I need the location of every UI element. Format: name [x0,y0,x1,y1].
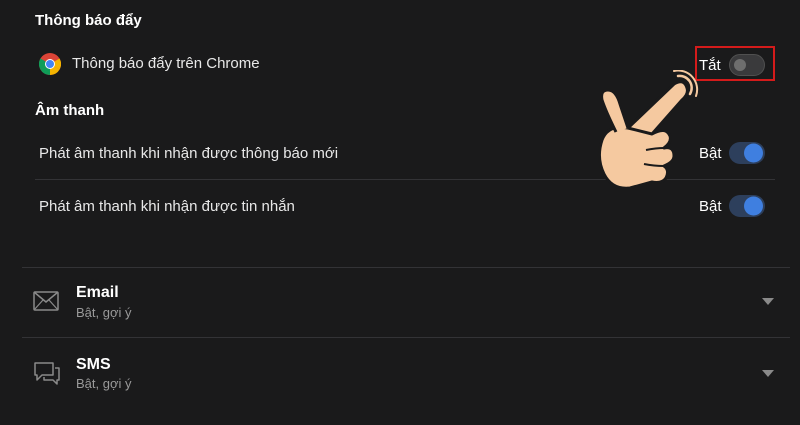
toggle-knob [744,143,763,163]
new-message-sound-label: Phát âm thanh khi nhận được tin nhắn [39,198,295,215]
new-notification-sound-label: Phát âm thanh khi nhận được thông báo mớ… [39,145,339,162]
email-channel-subtitle: Bật, gợi ý [76,305,132,320]
toggle-knob [734,59,746,71]
new-notification-sound-toggle[interactable] [729,142,765,164]
chrome-push-toggle[interactable] [729,54,765,76]
new-notification-sound-state: Bật [699,145,722,162]
email-channel-title: Email [76,284,119,301]
push-section-title: Thông báo đẩy [35,12,142,29]
chrome-logo-icon [38,53,62,75]
chrome-push-label: Thông báo đẩy trên Chrome [72,55,260,72]
chevron-down-icon[interactable] [762,370,774,377]
email-channel-row[interactable] [22,268,790,336]
pointing-hand-icon [590,69,700,200]
sound-section-title: Âm thanh [35,102,105,119]
new-message-sound-state: Bật [699,198,722,215]
toggle-knob [744,196,763,216]
chevron-down-icon[interactable] [762,298,774,305]
chrome-push-state: Tắt [699,57,721,74]
sms-channel-subtitle: Bật, gợi ý [76,376,132,391]
new-message-sound-toggle[interactable] [729,195,765,217]
envelope-icon [33,291,59,316]
sms-channel-title: SMS [76,356,111,373]
sms-channel-row[interactable] [22,338,790,408]
chat-bubble-icon [33,360,61,391]
